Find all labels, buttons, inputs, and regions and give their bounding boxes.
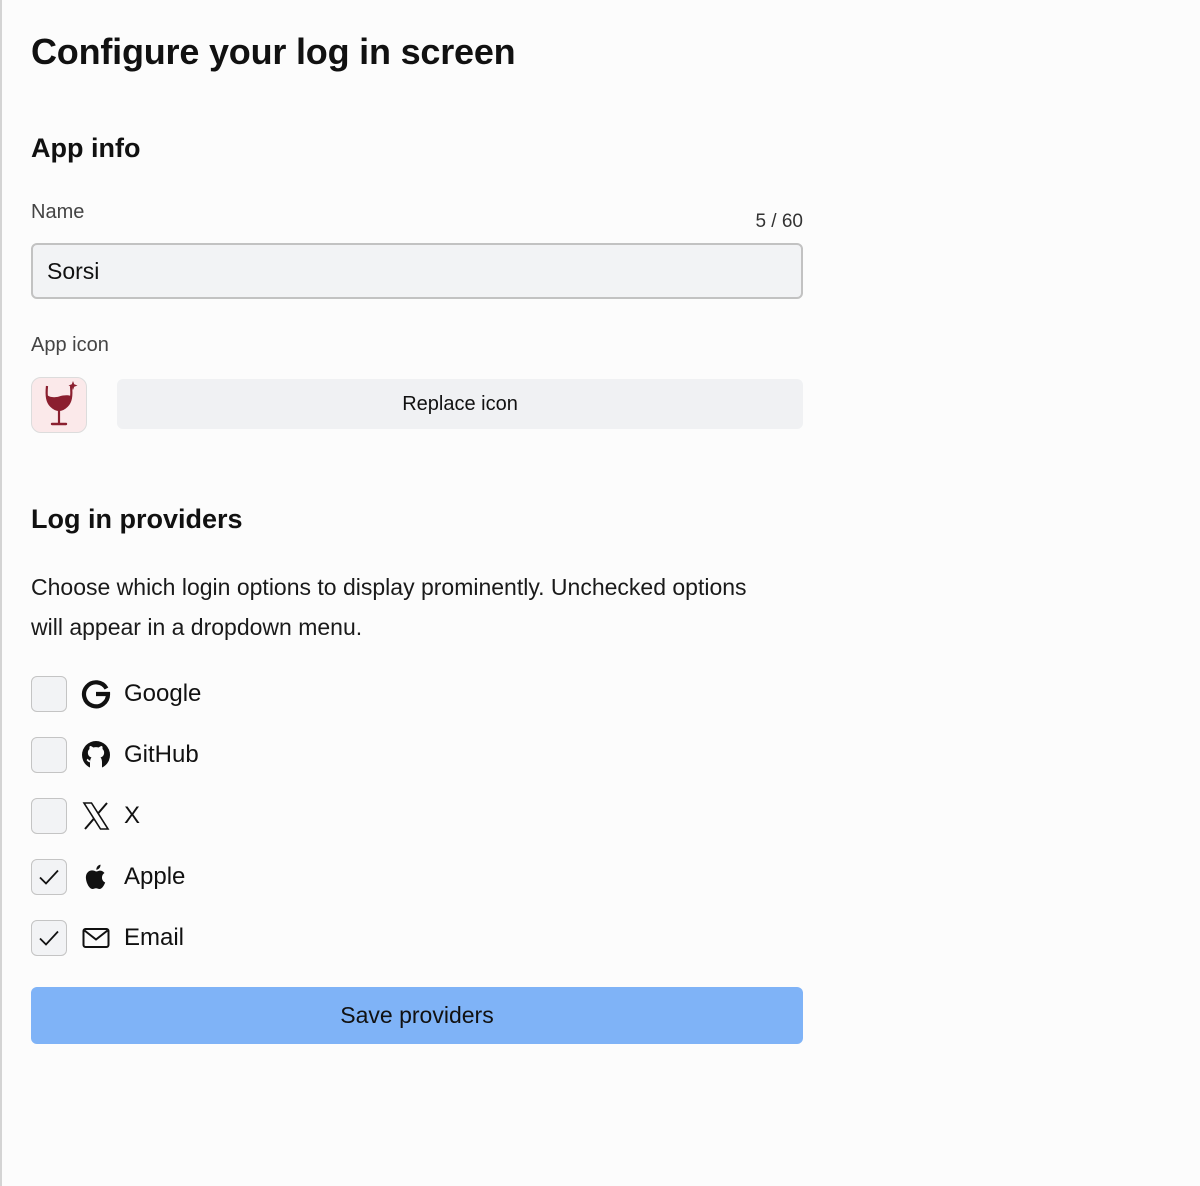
page-title: Configure your log in screen xyxy=(31,31,516,72)
provider-row-x[interactable]: X xyxy=(31,798,431,834)
x-checkbox[interactable] xyxy=(31,798,67,834)
app-icon-label: App icon xyxy=(31,334,109,356)
provider-row-email[interactable]: Email xyxy=(31,920,431,956)
provider-row-apple[interactable]: Apple xyxy=(31,859,431,895)
provider-row-github[interactable]: GitHub xyxy=(31,737,431,773)
google-icon xyxy=(81,679,111,709)
checkmark-icon xyxy=(39,869,59,885)
apple-icon xyxy=(81,862,111,892)
github-checkbox[interactable] xyxy=(31,737,67,773)
checkmark-icon xyxy=(39,930,59,946)
name-input[interactable] xyxy=(31,243,803,299)
google-checkbox[interactable] xyxy=(31,676,67,712)
x-label: X xyxy=(124,802,141,829)
github-icon xyxy=(81,740,111,770)
name-label: Name xyxy=(31,201,85,223)
envelope-icon xyxy=(81,923,111,953)
providers-description: Choose which login options to display pr… xyxy=(31,574,747,640)
login-providers-heading: Log in providers xyxy=(31,504,243,534)
x-icon xyxy=(81,801,111,831)
provider-row-google[interactable]: Google xyxy=(31,676,431,712)
email-checkbox[interactable] xyxy=(31,920,67,956)
apple-label: Apple xyxy=(124,863,186,890)
save-providers-button[interactable]: Save providers xyxy=(31,987,803,1044)
wine-glass-icon xyxy=(31,377,87,433)
github-label: GitHub xyxy=(124,741,199,768)
email-label: Email xyxy=(124,924,185,951)
name-character-count: 5 / 60 xyxy=(755,211,803,232)
app-info-heading: App info xyxy=(31,133,141,163)
google-label: Google xyxy=(124,680,202,707)
replace-icon-button[interactable]: Replace icon xyxy=(117,379,803,429)
left-panel-border xyxy=(0,0,2,1186)
apple-checkbox[interactable] xyxy=(31,859,67,895)
